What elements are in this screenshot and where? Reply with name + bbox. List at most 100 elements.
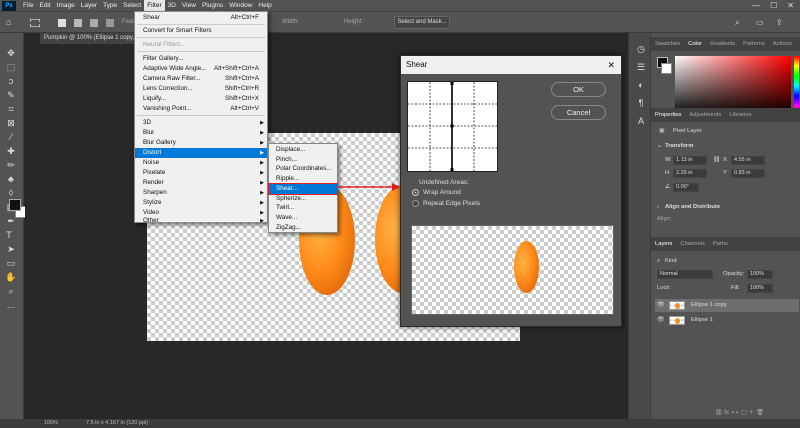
menu-3d[interactable]: 3D (165, 0, 179, 11)
menu-item-sharpen[interactable]: Sharpen ▶ (135, 188, 267, 198)
more-tools-icon[interactable]: … (5, 299, 17, 311)
submenu-item-ripple[interactable]: Ripple... (269, 174, 337, 184)
adjust-icon[interactable]: ◐ (635, 79, 647, 91)
wrap-around-label[interactable]: Wrap Around (423, 189, 461, 196)
close-icon[interactable]: ✕ (787, 1, 794, 10)
share-icon[interactable]: ⇪ (776, 17, 783, 28)
layer-row-ellipse-1[interactable]: 👁 Ellipse 1 (655, 314, 799, 327)
submenu-item-displace[interactable]: Displace... (269, 145, 337, 155)
hue-slider[interactable] (794, 56, 799, 116)
menu-type[interactable]: Type (100, 0, 120, 11)
maximize-icon[interactable]: ☐ (770, 1, 777, 10)
document-tab[interactable]: Pumpkin @ 100% (Ellipse 1 copy, (40, 33, 140, 44)
repeat-edge-pixels-radio[interactable] (412, 200, 419, 207)
layer-actions-icons[interactable]: ⛓ fx ◑ ◐ ▢ ＋ 🗑 (715, 407, 764, 416)
repeat-edge-pixels-label[interactable]: Repeat Edge Pixels (423, 200, 480, 207)
menu-item-lens-correction[interactable]: Lens Correction... Shift+Ctrl+R (135, 84, 267, 94)
menu-item-distort[interactable]: Distort ▶ (135, 148, 267, 158)
brush-tool-icon[interactable]: ✏ (5, 159, 17, 171)
hand-tool-icon[interactable]: ✋ (5, 271, 17, 283)
cancel-button[interactable]: Cancel (551, 105, 606, 120)
menu-image[interactable]: Image (54, 0, 78, 11)
intersect-selection-icon[interactable] (106, 19, 114, 27)
visibility-eye-icon[interactable]: 👁 (657, 314, 665, 327)
eraser-icon[interactable]: ◊ (5, 187, 17, 199)
menu-select[interactable]: Select (120, 0, 144, 11)
link-icon[interactable]: ⛓ (713, 157, 720, 163)
new-selection-icon[interactable] (58, 19, 66, 27)
menu-item-stylize[interactable]: Stylize ▶ (135, 198, 267, 208)
ok-button[interactable]: OK (551, 82, 606, 97)
paragraph-icon[interactable]: ¶ (635, 97, 647, 109)
tab-actions[interactable]: Actions (769, 41, 796, 47)
submenu-item-wave[interactable]: Wave... (269, 213, 337, 223)
tab-gradients[interactable]: Gradients (706, 41, 739, 47)
height-field[interactable]: 2.29 in (673, 169, 707, 178)
crop-tool-icon[interactable]: ⌗ (5, 103, 17, 115)
menu-layer[interactable]: Layer (78, 0, 100, 11)
menu-item-3d[interactable]: 3D ▶ (135, 118, 267, 128)
eyedropper-icon[interactable]: ⁄ (5, 131, 17, 143)
lasso-tool-icon[interactable]: ↄ (5, 75, 17, 87)
menu-item-blur[interactable]: Blur ▶ (135, 128, 267, 138)
tab-swatches[interactable]: Swatches (651, 41, 684, 47)
tab-color[interactable]: Color (684, 41, 706, 47)
blend-mode-select[interactable]: Normal (657, 270, 713, 279)
workspace-icon[interactable]: ▭ (756, 17, 764, 28)
fill-field[interactable]: 100% (747, 284, 773, 293)
menu-edit[interactable]: Edit (36, 0, 53, 11)
menu-item-render[interactable]: Render ▶ (135, 178, 267, 188)
tab-adjustments[interactable]: Adjustments (685, 112, 725, 118)
tab-patterns[interactable]: Patterns (739, 41, 769, 47)
frame-tool-icon[interactable]: ⊠ (5, 117, 17, 129)
move-tool-icon[interactable]: ✥ (5, 47, 17, 59)
menu-item-liquify[interactable]: Liquify... Shift+Ctrl+X (135, 94, 267, 104)
search-icon[interactable]: ⌕ (735, 17, 739, 28)
menu-item-filter-gallery[interactable]: Filter Gallery... (135, 54, 267, 64)
tab-libraries[interactable]: Libraries (725, 112, 755, 118)
marquee-tool-icon[interactable] (30, 19, 40, 27)
layer-row-ellipse-1-copy[interactable]: 👁 Ellipse 1 copy (655, 299, 799, 312)
zoom-level[interactable]: 100% (44, 419, 58, 428)
tab-paths[interactable]: Paths (709, 241, 732, 247)
submenu-item-polar-coordinates[interactable]: Polar Coordinates... (269, 164, 337, 174)
type-tool-icon[interactable]: T (3, 229, 15, 241)
menu-item-vanishing-point[interactable]: Vanishing Point... Alt+Ctrl+V (135, 104, 267, 114)
transform-chevron-icon[interactable]: ⌄ (657, 143, 662, 149)
y-field[interactable]: 0.83 in (731, 169, 765, 178)
select-and-mask-button[interactable]: Select and Mask... (394, 16, 450, 29)
menu-item-blur-gallery[interactable]: Blur Gallery ▶ (135, 138, 267, 148)
submenu-item-zigzag[interactable]: ZigZag... (269, 223, 337, 233)
subtract-selection-icon[interactable] (90, 19, 98, 27)
wrap-around-radio[interactable] (412, 189, 419, 196)
menu-item-noise[interactable]: Noise ▶ (135, 158, 267, 168)
properties-icon[interactable]: ☰ (635, 61, 647, 73)
history-icon[interactable]: ◷ (635, 43, 647, 55)
width-field[interactable]: 1.13 in (673, 156, 707, 165)
clone-stamp-icon[interactable]: ♣ (5, 173, 17, 185)
menu-item-pixelate[interactable]: Pixelate ▶ (135, 168, 267, 178)
color-picker-field[interactable] (675, 56, 791, 116)
menu-item-adaptive-wide-angle[interactable]: Adaptive Wide Angle... Alt+Shift+Ctrl+A (135, 64, 267, 74)
add-selection-icon[interactable] (74, 19, 82, 27)
home-icon[interactable]: ⌂ (6, 17, 11, 28)
menu-window[interactable]: Window (226, 0, 255, 11)
minimize-icon[interactable]: — (752, 1, 760, 10)
align-chevron-icon[interactable]: › (657, 204, 659, 210)
kind-filter-select[interactable]: Kind (665, 258, 677, 264)
menu-item-other[interactable]: Other ▶ (135, 217, 267, 224)
zoom-tool-icon[interactable]: ⌕ (5, 285, 17, 297)
submenu-item-twirl[interactable]: Twirl... (269, 203, 337, 213)
quick-select-icon[interactable]: ✎ (5, 89, 17, 101)
menu-file[interactable]: File (20, 0, 36, 11)
dialog-close-icon[interactable]: ✕ (607, 56, 615, 74)
tab-channels[interactable]: Channels (676, 241, 709, 247)
foreground-color-swatch[interactable] (9, 199, 21, 211)
menu-help[interactable]: Help (255, 0, 274, 11)
menu-item-convert-smart-filters[interactable]: Convert for Smart Filters (135, 26, 267, 36)
character-icon[interactable]: A (635, 115, 647, 127)
menu-filter[interactable]: Filter (144, 0, 165, 11)
menu-item-shear-last[interactable]: Shear Alt+Ctrl+F (135, 13, 267, 23)
shear-curve-grid[interactable] (407, 81, 498, 172)
opacity-field[interactable]: 100% (747, 270, 773, 279)
